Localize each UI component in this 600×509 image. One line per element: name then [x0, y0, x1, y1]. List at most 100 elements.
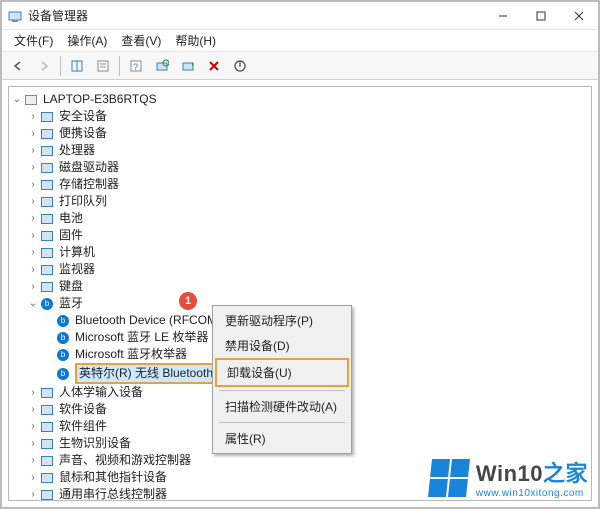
device-icon — [39, 471, 55, 485]
tree-item-label: 便携设备 — [59, 125, 107, 142]
tree-item[interactable]: ›监视器 — [27, 261, 589, 278]
expand-icon[interactable]: › — [27, 486, 39, 501]
properties-button[interactable] — [91, 55, 115, 77]
expand-icon[interactable]: ⌄ — [27, 295, 39, 312]
uninstall-device-button[interactable] — [202, 55, 226, 77]
annotation-badge-1: 1 — [179, 292, 197, 310]
expand-icon[interactable]: › — [27, 210, 39, 227]
expand-icon[interactable]: › — [27, 278, 39, 295]
bluetooth-label: 蓝牙 — [59, 295, 83, 312]
device-icon — [39, 420, 55, 434]
expand-icon[interactable]: › — [27, 142, 39, 159]
update-driver-button[interactable] — [176, 55, 200, 77]
expand-icon[interactable]: › — [27, 108, 39, 125]
expand-icon[interactable]: › — [27, 244, 39, 261]
expand-icon[interactable]: › — [27, 418, 39, 435]
expand-icon[interactable]: › — [27, 125, 39, 142]
svg-text:?: ? — [133, 62, 138, 72]
device-icon — [39, 178, 55, 192]
expand-icon[interactable]: › — [27, 401, 39, 418]
tree-item-label: 生物识别设备 — [59, 435, 131, 452]
tree-item-label: 鼠标和其他指针设备 — [59, 469, 167, 486]
tree-item[interactable]: › 便携设备 — [27, 125, 589, 142]
ctx-separator — [219, 390, 345, 391]
back-button[interactable] — [6, 55, 30, 77]
ctx-properties[interactable]: 属性(R) — [215, 426, 349, 451]
ctx-scan-hardware[interactable]: 扫描检测硬件改动(A) — [215, 394, 349, 419]
toolbar: ? — [2, 52, 598, 80]
tree-item-label: 通用串行总线控制器 — [59, 486, 167, 501]
tree-item-label: 打印队列 — [59, 193, 107, 210]
tree-item-label: 键盘 — [59, 278, 83, 295]
device-icon — [39, 246, 55, 260]
tree-item-label: 存储控制器 — [59, 176, 119, 193]
tree-item-label: 英特尔(R) 无线 Bluetooth(R) — [75, 363, 234, 384]
expand-icon[interactable]: › — [27, 452, 39, 469]
tree-item-label: 计算机 — [59, 244, 95, 261]
menu-view[interactable]: 查看(V) — [115, 30, 167, 51]
menu-help[interactable]: 帮助(H) — [169, 30, 222, 51]
ctx-update-driver[interactable]: 更新驱动程序(P) — [215, 308, 349, 333]
disable-device-button[interactable] — [228, 55, 252, 77]
tree-item-label: 软件设备 — [59, 401, 107, 418]
bluetooth-icon: b — [55, 348, 71, 362]
device-icon — [39, 229, 55, 243]
menu-file[interactable]: 文件(F) — [8, 30, 59, 51]
menu-action[interactable]: 操作(A) — [61, 30, 113, 51]
window-title: 设备管理器 — [28, 7, 484, 24]
expand-icon[interactable]: › — [27, 384, 39, 401]
expand-icon[interactable]: › — [27, 435, 39, 452]
computer-icon — [23, 93, 39, 107]
expand-icon[interactable]: › — [27, 159, 39, 176]
tree-item[interactable]: › 打印队列 — [27, 193, 589, 210]
tree-item-label: 人体学输入设备 — [59, 384, 143, 401]
device-icon — [39, 144, 55, 158]
tree-item[interactable]: › 处理器 — [27, 142, 589, 159]
tree-item[interactable]: ›固件 — [27, 227, 589, 244]
device-icon — [39, 110, 55, 124]
device-icon — [39, 454, 55, 468]
close-button[interactable] — [560, 2, 598, 30]
watermark-brand: Win10之家 — [476, 456, 588, 488]
root-node[interactable]: ⌄ LAPTOP-E3B6RTQS — [11, 91, 589, 108]
device-icon — [39, 488, 55, 502]
bluetooth-icon: b — [55, 331, 71, 345]
forward-button[interactable] — [32, 55, 56, 77]
tree-item[interactable]: ›磁盘驱动器 — [27, 159, 589, 176]
minimize-button[interactable] — [484, 2, 522, 30]
device-icon — [39, 386, 55, 400]
tree-item-label: 处理器 — [59, 142, 95, 159]
scan-hardware-button[interactable] — [150, 55, 174, 77]
ctx-separator — [219, 422, 345, 423]
tree-item[interactable]: ›安全设备 — [27, 108, 589, 125]
bluetooth-icon: b — [39, 297, 55, 311]
device-icon — [39, 195, 55, 209]
help-button[interactable]: ? — [124, 55, 148, 77]
tree-item-label: Microsoft 蓝牙枚举器 — [75, 346, 187, 363]
watermark-url: www.win10xitong.com — [476, 488, 584, 499]
bluetooth-icon: b — [55, 367, 71, 381]
expand-icon[interactable]: ⌄ — [11, 91, 23, 108]
ctx-disable-device[interactable]: 禁用设备(D) — [215, 333, 349, 358]
expand-icon[interactable]: › — [27, 227, 39, 244]
device-icon — [39, 263, 55, 277]
app-icon — [8, 9, 22, 23]
tree-item-label: 软件组件 — [59, 418, 107, 435]
device-icon — [39, 403, 55, 417]
maximize-button[interactable] — [522, 2, 560, 30]
context-menu: 更新驱动程序(P) 禁用设备(D) 卸载设备(U) 扫描检测硬件改动(A) 属性… — [212, 305, 352, 454]
tree-item[interactable]: › 存储控制器 — [27, 176, 589, 193]
tree-item-label: 声音、视频和游戏控制器 — [59, 452, 191, 469]
tree-item[interactable]: › 键盘 — [27, 278, 589, 295]
expand-icon[interactable]: › — [27, 261, 39, 278]
tree-item[interactable]: › 计算机 — [27, 244, 589, 261]
ctx-uninstall-device[interactable]: 卸载设备(U) — [215, 358, 349, 387]
expand-icon[interactable]: › — [27, 176, 39, 193]
tree-item[interactable]: › 电池 — [27, 210, 589, 227]
watermark: Win10之家 www.win10xitong.com — [430, 456, 588, 499]
expand-icon[interactable]: › — [27, 469, 39, 486]
bluetooth-icon: b — [55, 314, 71, 328]
expand-icon[interactable]: › — [27, 193, 39, 210]
show-hide-tree-button[interactable] — [65, 55, 89, 77]
tree-item-label: 电池 — [59, 210, 83, 227]
